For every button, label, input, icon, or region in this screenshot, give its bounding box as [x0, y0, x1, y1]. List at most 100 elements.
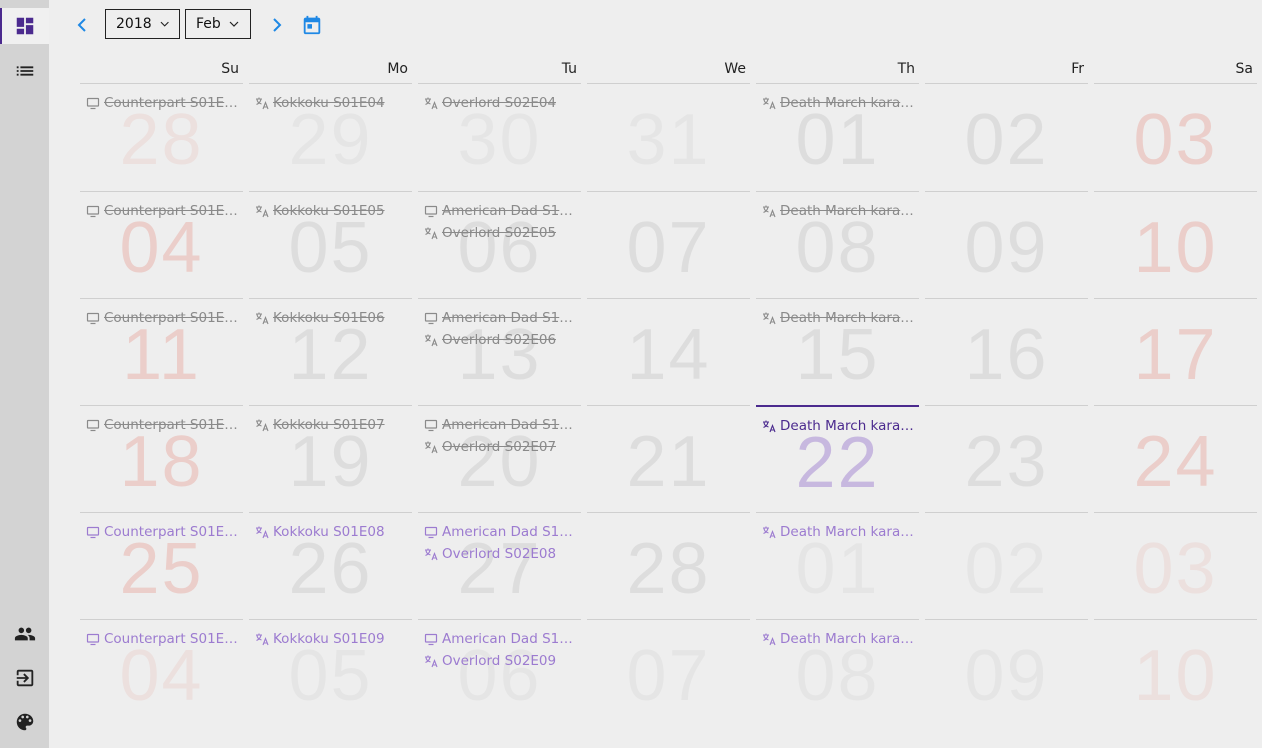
calendar-event[interactable]: Overlord S02E04: [424, 92, 577, 114]
translate-icon: [256, 312, 269, 325]
calendar-event[interactable]: American Dad S14E...: [424, 307, 577, 329]
calendar-event[interactable]: Kokkoku S01E05: [255, 200, 408, 222]
calendar-event[interactable]: Death March kara ...: [762, 200, 915, 222]
event-list: Kokkoku S01E05: [255, 200, 408, 222]
day-cell[interactable]: 13 American Dad S14E... Overlord S02E06: [418, 298, 581, 404]
previous-month-button[interactable]: [72, 14, 92, 36]
event-title: Overlord S02E05: [442, 225, 557, 241]
calendar-event[interactable]: Kokkoku S01E09: [255, 628, 408, 650]
calendar-event[interactable]: Counterpart S01E07: [86, 628, 239, 650]
event-title: Kokkoku S01E04: [273, 95, 385, 111]
day-cell[interactable]: 10: [1094, 619, 1257, 725]
day-cell[interactable]: 27 American Dad S14E... Overlord S02E08: [418, 512, 581, 618]
day-cell[interactable]: 18 Counterpart S01E05: [80, 405, 243, 511]
day-cell[interactable]: 07: [587, 619, 750, 725]
day-cell[interactable]: 24: [1094, 405, 1257, 511]
list-view-button[interactable]: [0, 53, 49, 89]
event-title: American Dad S14E...: [442, 417, 577, 433]
logout-button[interactable]: [0, 660, 49, 696]
day-cell[interactable]: 05Kokkoku S01E09: [249, 619, 412, 725]
day-cell[interactable]: 15 Death March kara ...: [756, 298, 919, 404]
day-cell[interactable]: 23: [925, 405, 1088, 511]
day-cell[interactable]: 29Kokkoku S01E04: [249, 84, 412, 190]
calendar-event[interactable]: Counterpart S01E05: [86, 414, 239, 436]
calendar-event[interactable]: Counterpart S01E03: [86, 200, 239, 222]
translate-icon: [256, 526, 269, 539]
day-cell[interactable]: 14: [587, 298, 750, 404]
calendar-event[interactable]: Kokkoku S01E08: [255, 521, 408, 543]
day-cell[interactable]: 12 Kokkoku S01E06: [249, 298, 412, 404]
calendar-event[interactable]: American Dad S14E...: [424, 521, 577, 543]
calendar-event[interactable]: Counterpart S01E02: [86, 92, 239, 114]
event-title: American Dad S14E...: [442, 310, 577, 326]
day-cell[interactable]: 01Death March kara ...: [756, 84, 919, 190]
calendar-event[interactable]: Death March kara ...: [762, 415, 915, 437]
day-cell[interactable]: 25 Counterpart S01E06: [80, 512, 243, 618]
day-cell[interactable]: 16: [925, 298, 1088, 404]
day-cell[interactable]: 28: [587, 512, 750, 618]
today-button[interactable]: [301, 14, 323, 36]
calendar-event[interactable]: Overlord S02E05: [424, 222, 577, 244]
day-cell[interactable]: 06American Dad S14E...Overlord S02E09: [418, 619, 581, 725]
day-cell[interactable]: 09: [925, 619, 1088, 725]
calendar-event[interactable]: Counterpart S01E04: [86, 307, 239, 329]
event-list: Kokkoku S01E09: [255, 628, 408, 650]
day-cell[interactable]: 01Death March kara ...: [756, 512, 919, 618]
calendar-event[interactable]: Kokkoku S01E06: [255, 307, 408, 329]
day-cell[interactable]: 04 Counterpart S01E03: [80, 191, 243, 297]
day-cell[interactable]: 19 Kokkoku S01E07: [249, 405, 412, 511]
day-cell[interactable]: 07: [587, 191, 750, 297]
day-cell[interactable]: 02: [925, 84, 1088, 190]
day-cell[interactable]: 08Death March kara ...: [756, 619, 919, 725]
users-button[interactable]: [0, 616, 49, 652]
day-cell[interactable]: 10: [1094, 191, 1257, 297]
day-cell[interactable]: 06 American Dad S14E... Overlord S02E05: [418, 191, 581, 297]
calendar-event[interactable]: American Dad S14E...: [424, 414, 577, 436]
event-list: Counterpart S01E03: [86, 200, 239, 222]
day-cell[interactable]: 28 Counterpart S01E02: [80, 84, 243, 190]
day-cell[interactable]: 09: [925, 191, 1088, 297]
calendar-event[interactable]: American Dad S14E...: [424, 200, 577, 222]
year-select[interactable]: 2018: [105, 9, 180, 39]
day-cell[interactable]: 20 American Dad S14E... Overlord S02E07: [418, 405, 581, 511]
calendar-event[interactable]: Overlord S02E08: [424, 543, 577, 565]
day-cell[interactable]: 04 Counterpart S01E07: [80, 619, 243, 725]
calendar-event[interactable]: Death March kara ...: [762, 92, 915, 114]
event-list: American Dad S14E... Overlord S02E08: [424, 521, 577, 565]
calendar-event[interactable]: Death March kara ...: [762, 521, 915, 543]
calendar-event[interactable]: Death March kara ...: [762, 628, 915, 650]
day-cell[interactable]: 21: [587, 405, 750, 511]
day-cell[interactable]: 26 Kokkoku S01E08: [249, 512, 412, 618]
calendar-event[interactable]: Counterpart S01E06: [86, 521, 239, 543]
calendar-event[interactable]: Overlord S02E06: [424, 329, 577, 351]
calendar-event[interactable]: American Dad S14E...: [424, 628, 577, 650]
day-cell[interactable]: 31: [587, 84, 750, 190]
event-title: Overlord S02E09: [442, 653, 557, 669]
list-icon: [16, 66, 33, 76]
month-select[interactable]: Feb: [185, 9, 251, 39]
calendar-event[interactable]: Kokkoku S01E07: [255, 414, 408, 436]
chevron-left-icon: [77, 18, 86, 32]
calendar-event[interactable]: Kokkoku S01E04: [255, 92, 408, 114]
calendar-event[interactable]: Overlord S02E09: [424, 650, 577, 672]
dashboard-button[interactable]: [0, 8, 49, 44]
day-cell[interactable]: 30Overlord S02E04: [418, 84, 581, 190]
chevron-right-icon: [273, 18, 282, 32]
day-cell[interactable]: 05 Kokkoku S01E05: [249, 191, 412, 297]
calendar-event[interactable]: Death March kara ...: [762, 307, 915, 329]
day-cell[interactable]: 03: [1094, 512, 1257, 618]
day-cell[interactable]: 17: [1094, 298, 1257, 404]
day-cell[interactable]: 11 Counterpart S01E04: [80, 298, 243, 404]
theme-button[interactable]: [0, 704, 49, 740]
calendar-event[interactable]: Overlord S02E07: [424, 436, 577, 458]
chevron-down-icon: [229, 21, 239, 27]
day-number: 14: [626, 315, 711, 395]
month-value: Feb: [196, 16, 221, 32]
event-title: Counterpart S01E06: [104, 524, 239, 540]
day-cell[interactable]: 22 Death March kara ...: [756, 405, 919, 511]
next-month-button[interactable]: [267, 14, 287, 36]
day-cell[interactable]: 03: [1094, 84, 1257, 190]
event-list: Death March kara ...: [762, 200, 915, 222]
day-cell[interactable]: 02: [925, 512, 1088, 618]
day-cell[interactable]: 08Death March kara ...: [756, 191, 919, 297]
